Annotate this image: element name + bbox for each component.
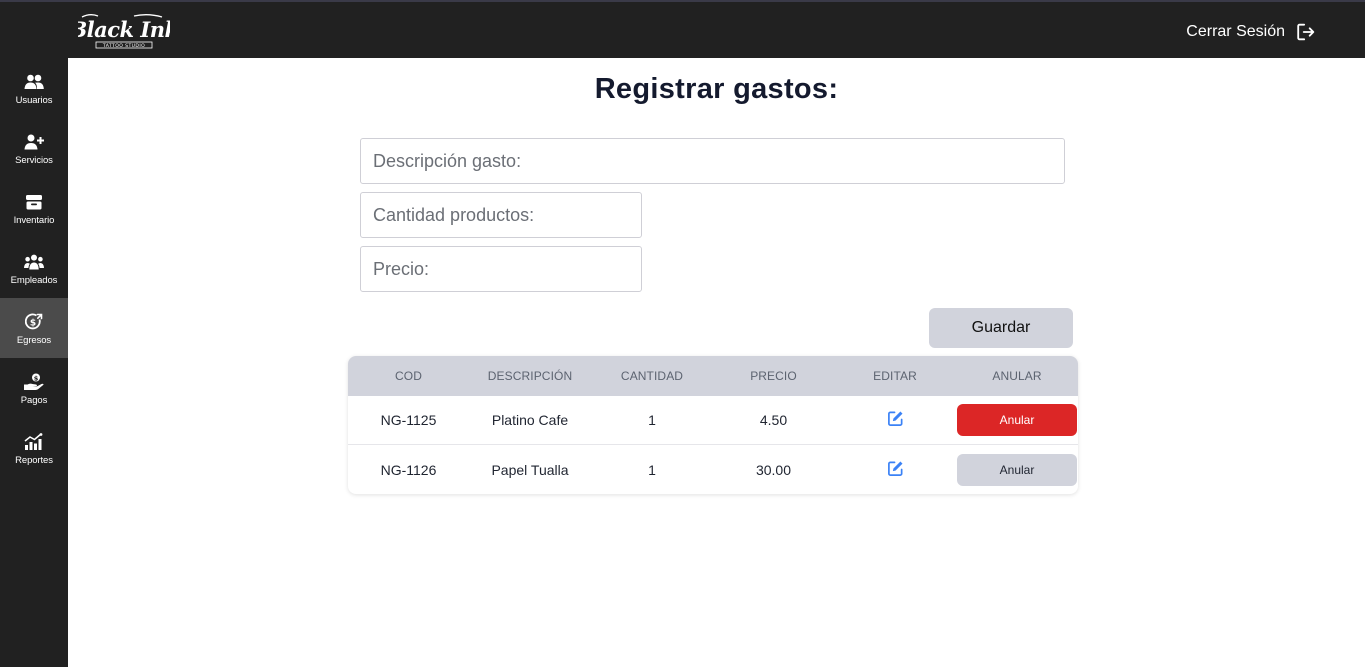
cell-editar: [834, 460, 956, 480]
cell-cod: NG-1125: [380, 412, 437, 428]
cell-anular: Anular: [956, 404, 1078, 436]
cell-cantidad: 1: [648, 461, 656, 478]
logout-icon: [1297, 23, 1315, 41]
cell-editar: [834, 410, 956, 430]
column-header-anular: ANULAR: [992, 369, 1042, 383]
brand-logo[interactable]: Black Ink TATTOO STUDIO: [78, 11, 170, 53]
top-bar: Black Ink TATTOO STUDIO Cerrar Sesión: [0, 0, 1365, 58]
box-icon: [24, 192, 44, 212]
column-header-cantidad: CANTIDAD: [620, 369, 684, 383]
column-header-cod: COD: [395, 369, 422, 383]
table-header: COD DESCRIPCIÓN CANTIDAD PRECIO EDITAR A…: [348, 356, 1078, 396]
sidebar-item-inventario[interactable]: Inventario: [0, 178, 68, 238]
page-title: Registrar gastos:: [594, 73, 839, 105]
column-header-precio: PRECIO: [750, 369, 797, 383]
description-input[interactable]: [360, 138, 1065, 184]
anular-button[interactable]: Anular: [957, 453, 1077, 486]
cell-cod: NG-1126: [380, 461, 437, 478]
sidebar-item-label: Usuarios: [15, 95, 53, 106]
svg-text:$: $: [34, 374, 39, 382]
sidebar-item-label: Pagos: [20, 395, 48, 406]
users-icon: [24, 72, 44, 92]
column-header-editar: EDITAR: [873, 369, 917, 383]
sidebar-item-label: Empleados: [10, 275, 58, 286]
people-group-icon: [24, 252, 44, 272]
sidebar-item-servicios[interactable]: Servicios: [0, 118, 68, 178]
sidebar-item-label: Reportes: [15, 455, 53, 466]
sidebar-item-egresos[interactable]: $ Egresos: [0, 298, 68, 358]
anular-button[interactable]: Anular: [957, 404, 1077, 436]
table-row: NG-1125 Platino Cafe 1 4.50 Anular: [348, 396, 1078, 445]
svg-text:$: $: [30, 319, 36, 329]
sidebar-item-reportes[interactable]: Reportes: [0, 418, 68, 478]
edit-icon[interactable]: [887, 410, 904, 427]
edit-icon[interactable]: [887, 460, 904, 477]
cell-descripcion: Papel Tualla: [491, 461, 569, 478]
price-input[interactable]: [360, 246, 642, 292]
save-button[interactable]: Guardar: [929, 308, 1073, 348]
expenses-table: COD DESCRIPCIÓN CANTIDAD PRECIO EDITAR A…: [348, 356, 1078, 494]
column-header-descripcion: DESCRIPCIÓN: [487, 369, 573, 383]
table-row: NG-1126 Papel Tualla 1 30.00 Anular: [348, 445, 1078, 494]
sidebar-item-pagos[interactable]: $ Pagos: [0, 358, 68, 418]
sidebar-item-label: Egresos: [16, 335, 52, 346]
cell-precio: 4.50: [759, 412, 788, 428]
sidebar-item-label: Servicios: [15, 155, 53, 166]
user-plus-icon: [24, 132, 44, 152]
cell-precio: 30.00: [755, 461, 792, 478]
sidebar-item-label: Inventario: [13, 215, 55, 226]
hand-coin-icon: $: [24, 372, 44, 392]
cell-anular: Anular: [956, 453, 1078, 486]
money-out-icon: $: [24, 312, 44, 332]
logo-mark-icon: Black Ink TATTOO STUDIO: [78, 14, 170, 49]
sidebar: Usuarios Servicios Inventario Empleados …: [0, 58, 68, 667]
sidebar-item-empleados[interactable]: Empleados: [0, 238, 68, 298]
cell-cantidad: 1: [648, 412, 656, 428]
svg-text:TATTOO STUDIO: TATTOO STUDIO: [102, 43, 145, 49]
quantity-input[interactable]: [360, 192, 642, 238]
logout-button[interactable]: Cerrar Sesión: [1186, 20, 1317, 44]
logout-label: Cerrar Sesión: [1186, 23, 1285, 40]
cell-descripcion: Platino Cafe: [491, 412, 569, 428]
sidebar-item-usuarios[interactable]: Usuarios: [0, 58, 68, 118]
chart-icon: [24, 432, 44, 452]
svg-text:Black Ink: Black Ink: [78, 17, 170, 42]
